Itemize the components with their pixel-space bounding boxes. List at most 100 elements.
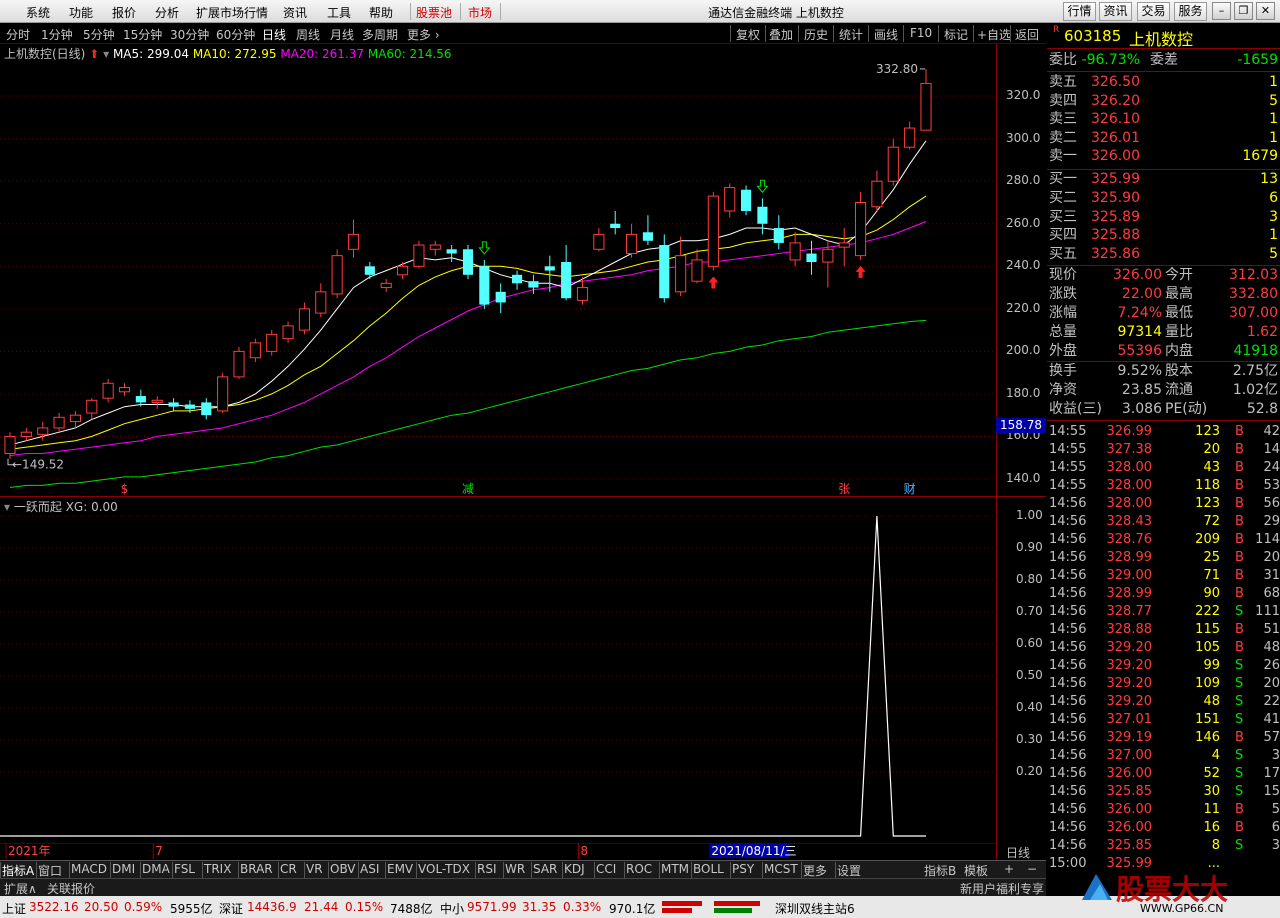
menu-system[interactable]: 系统 [26, 4, 50, 21]
tab-roc[interactable]: ROC [626, 862, 652, 876]
tab-sar[interactable]: SAR [533, 862, 557, 876]
tool-history[interactable]: 历史 [804, 26, 828, 43]
candle-body [512, 274, 523, 284]
period-monthly[interactable]: 月线 [330, 26, 354, 43]
period-weekly[interactable]: 周线 [296, 26, 320, 43]
menu-help[interactable]: 帮助 [369, 4, 393, 21]
tool-back[interactable]: 返回 [1015, 26, 1039, 43]
r-badge: R [1053, 25, 1060, 35]
tab-boll[interactable]: BOLL [693, 862, 724, 876]
stat-value: 55396 [1117, 343, 1162, 359]
candle-body [298, 308, 310, 331]
tab-rsi[interactable]: RSI [477, 862, 497, 876]
menu-function[interactable]: 功能 [69, 4, 93, 21]
period-1min[interactable]: 1分钟 [41, 26, 73, 43]
minimize-icon[interactable]: – [1212, 2, 1231, 20]
period-multi[interactable]: 多周期 [362, 26, 398, 43]
ext-toggle[interactable]: 扩展∧ [4, 880, 37, 897]
tab-trix[interactable]: TRIX [204, 862, 231, 876]
tool-draw[interactable]: 画线 [874, 26, 898, 43]
tab-emv[interactable]: EMV [387, 862, 413, 876]
tab--a[interactable]: 指标A [2, 862, 34, 879]
tab-kdj[interactable]: KDJ [564, 862, 585, 876]
tool-fuquan[interactable]: 复权 [736, 26, 760, 43]
sz-pct: 0.15% [345, 900, 384, 914]
candle-body [266, 333, 278, 352]
tool-add-watch[interactable]: +自选 [977, 26, 1011, 43]
period-15min[interactable]: 15分钟 [123, 26, 162, 43]
tick-cell: 222 [1195, 604, 1220, 619]
chevron-down-icon[interactable]: ▾ [103, 47, 109, 61]
tool-f10[interactable]: F10 [910, 26, 932, 40]
event-label: 减 [462, 482, 474, 496]
tab-right-3[interactable]: − [1027, 862, 1037, 876]
tick-row: 14:56 329.00 71 B 31 [1047, 567, 1280, 585]
close-icon[interactable]: ✕ [1256, 2, 1275, 20]
ext-new-user-promo[interactable]: 新用户福利专享 [960, 880, 1044, 897]
tab-brar[interactable]: BRAR [240, 862, 273, 876]
tab--[interactable]: 设置 [837, 862, 861, 879]
period-daily[interactable]: 日线 [262, 26, 286, 43]
menu-tools[interactable]: 工具 [327, 4, 351, 21]
tool-stats[interactable]: 统计 [839, 26, 863, 43]
tab-right-1[interactable]: 模板 [964, 862, 988, 879]
stat-label: 涨幅 [1049, 305, 1077, 321]
indicator-chart[interactable] [0, 510, 996, 842]
tab-dma[interactable]: DMA [142, 862, 170, 876]
candlestick-chart[interactable]: 332.80 ←149.52 $ 减 张 财 [0, 60, 996, 496]
menu-ext-market[interactable]: 扩展市场行情 [196, 4, 268, 21]
period-30min[interactable]: 30分钟 [170, 26, 209, 43]
tab-obv[interactable]: OBV [330, 862, 356, 876]
tab-fsl[interactable]: FSL [174, 862, 195, 876]
btn-service[interactable]: 服务 [1174, 2, 1207, 21]
tool-mark[interactable]: 标记 [944, 26, 968, 43]
sh-label: 上证 [2, 902, 27, 916]
tab-asi[interactable]: ASI [360, 862, 379, 876]
menu-market[interactable]: 市场 [468, 4, 492, 21]
buy-label: 买二 [1049, 189, 1077, 206]
btn-info[interactable]: 资讯 [1099, 2, 1132, 21]
ext-related-quote[interactable]: 关联报价 [47, 880, 95, 897]
tab-dmi[interactable]: DMI [112, 862, 135, 876]
tab-macd[interactable]: MACD [71, 862, 107, 876]
tab-vol-tdx[interactable]: VOL-TDX [418, 862, 470, 876]
restore-icon[interactable]: ❐ [1234, 2, 1253, 20]
indicator-y-tick: 0.90 [1016, 540, 1043, 554]
y-tick-label: 240.0 [1006, 258, 1041, 273]
period-fenshi[interactable]: 分时 [6, 26, 30, 43]
tab-cr[interactable]: CR [280, 862, 297, 876]
candle-body [201, 402, 212, 416]
tick-cell: 52 [1203, 766, 1220, 781]
period-60min[interactable]: 60分钟 [216, 26, 255, 43]
menu-quote[interactable]: 报价 [112, 4, 136, 21]
tab-vr[interactable]: VR [306, 862, 323, 876]
tab--[interactable]: 更多 [803, 862, 827, 879]
tab-right-2[interactable]: + [1004, 862, 1014, 876]
candle-body [757, 206, 768, 224]
tab-wr[interactable]: WR [505, 862, 525, 876]
candle-body [610, 223, 621, 229]
candle-body [462, 249, 474, 275]
weicha-label: 委差 [1150, 52, 1178, 68]
tick-cell: B [1235, 586, 1244, 601]
menu-news[interactable]: 资讯 [283, 4, 307, 21]
tick-cell: 5 [1271, 802, 1280, 817]
buy-volume: 1 [1269, 227, 1278, 244]
tab-cci[interactable]: CCI [596, 862, 616, 876]
btn-quote[interactable]: 行情 [1063, 2, 1096, 21]
menu-stock-pool[interactable]: 股票池 [416, 4, 452, 21]
tab-right-0[interactable]: 指标B [924, 862, 956, 879]
tool-overlay[interactable]: 叠加 [769, 26, 793, 43]
menu-analysis[interactable]: 分析 [155, 4, 179, 21]
tick-cell: 109 [1195, 676, 1220, 691]
stock-code: 603185 [1064, 27, 1122, 45]
period-more[interactable]: 更多 › [407, 26, 440, 43]
tab-mtm[interactable]: MTM [661, 862, 689, 876]
period-5min[interactable]: 5分钟 [83, 26, 115, 43]
tab-psy[interactable]: PSY [732, 862, 754, 876]
tab--[interactable]: 窗口 [38, 862, 62, 879]
tick-cell: 3 [1271, 838, 1280, 853]
btn-trade[interactable]: 交易 [1137, 2, 1170, 21]
tick-row: 14:56 329.20 48 S 22 [1047, 693, 1280, 711]
tab-mcst[interactable]: MCST [764, 862, 798, 876]
